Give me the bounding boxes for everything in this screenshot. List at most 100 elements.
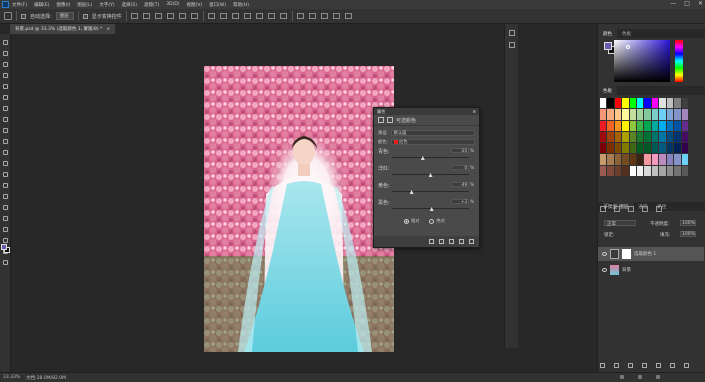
color-swatch[interactable] xyxy=(659,120,666,131)
color-swatch[interactable] xyxy=(659,143,666,154)
color-swatch[interactable] xyxy=(651,154,659,165)
status-icon[interactable] xyxy=(620,375,624,379)
distribute-top-icon[interactable] xyxy=(207,13,215,19)
color-swatch[interactable] xyxy=(674,109,681,120)
color-swatch[interactable] xyxy=(651,109,659,120)
shape-tool-icon[interactable] xyxy=(3,227,8,232)
color-swatch[interactable] xyxy=(666,143,674,154)
radio-relative[interactable] xyxy=(404,218,409,224)
blend-mode-dropdown[interactable]: 正常 xyxy=(604,220,636,227)
color-swatch[interactable] xyxy=(681,154,688,165)
color-swatch[interactable] xyxy=(629,165,637,176)
color-swatch[interactable] xyxy=(637,131,644,143)
color-swatch[interactable] xyxy=(600,143,607,154)
color-swatch[interactable] xyxy=(666,165,674,176)
color-swatch[interactable] xyxy=(666,98,674,109)
layer-style-icon[interactable] xyxy=(614,363,619,368)
radio-absolute[interactable] xyxy=(429,218,435,224)
new-layer-icon[interactable] xyxy=(670,363,675,368)
zoom-level[interactable]: 33.33% xyxy=(3,375,20,380)
toggle-visibility-icon[interactable] xyxy=(459,239,464,244)
minimize-button[interactable]: — xyxy=(670,0,676,7)
color-swatch[interactable] xyxy=(600,109,607,120)
color-swatch[interactable] xyxy=(651,165,659,176)
menu-select[interactable]: 选择(S) xyxy=(122,2,137,8)
color-swatch[interactable] xyxy=(644,131,651,143)
color-swatch[interactable] xyxy=(637,143,644,154)
panel-menu-icon[interactable]: ≡ xyxy=(472,109,476,114)
black-slider[interactable] xyxy=(392,207,469,211)
color-swatch[interactable] xyxy=(629,131,637,143)
3d-mode-icon[interactable] xyxy=(296,13,304,19)
blur-tool-icon[interactable] xyxy=(3,172,8,177)
more-tools-icon[interactable] xyxy=(3,260,8,265)
marquee-tool-icon[interactable] xyxy=(3,51,8,56)
yellow-value-input[interactable]: -49 xyxy=(451,182,469,187)
add-mask-icon[interactable] xyxy=(628,363,633,368)
actions-panel-icon[interactable] xyxy=(509,42,515,48)
color-swatch[interactable] xyxy=(622,109,629,120)
color-swatch[interactable] xyxy=(637,120,644,131)
align-bottom-icon[interactable] xyxy=(154,13,162,19)
color-swatch[interactable] xyxy=(681,109,688,120)
color-swatch[interactable] xyxy=(674,154,681,165)
menu-window[interactable]: 窗口(W) xyxy=(209,2,226,8)
color-swatch[interactable] xyxy=(666,154,674,165)
color-swatch[interactable] xyxy=(622,165,629,176)
color-swatch[interactable] xyxy=(607,154,614,165)
dodge-tool-icon[interactable] xyxy=(3,183,8,188)
clone-stamp-tool-icon[interactable] xyxy=(3,128,8,133)
visibility-eye-icon[interactable] xyxy=(602,268,607,272)
delete-adjustment-icon[interactable] xyxy=(469,239,474,244)
color-swatch[interactable] xyxy=(614,120,622,131)
color-swatch[interactable] xyxy=(629,154,637,165)
auto-align-icon[interactable] xyxy=(279,13,287,19)
menu-edit[interactable]: 编辑(E) xyxy=(34,2,49,8)
new-group-icon[interactable] xyxy=(656,363,661,368)
quick-select-tool-icon[interactable] xyxy=(3,73,8,78)
color-swatch[interactable] xyxy=(622,98,629,109)
menu-type[interactable]: 文字(Y) xyxy=(99,2,114,8)
menu-view[interactable]: 视图(V) xyxy=(187,2,203,8)
color-swatch[interactable] xyxy=(644,98,651,109)
color-swatch[interactable] xyxy=(614,109,622,120)
show-transform-checkbox[interactable] xyxy=(82,13,88,19)
cyan-value-input[interactable]: -20 xyxy=(451,148,469,153)
type-tool-icon[interactable] xyxy=(3,205,8,210)
distribute-hcenter-icon[interactable] xyxy=(255,13,263,19)
layer-mask-thumbnail[interactable] xyxy=(622,249,631,259)
color-swatch[interactable] xyxy=(600,131,607,143)
color-swatch[interactable] xyxy=(681,98,688,109)
color-swatch[interactable] xyxy=(607,131,614,143)
black-value-input[interactable]: +3 xyxy=(451,199,469,204)
color-swatch[interactable] xyxy=(674,131,681,143)
color-field[interactable] xyxy=(614,40,670,82)
reset-icon[interactable] xyxy=(449,239,454,244)
foreground-color-swatch[interactable] xyxy=(1,244,7,250)
color-swatch[interactable] xyxy=(607,165,614,176)
eraser-tool-icon[interactable] xyxy=(3,150,8,155)
visibility-eye-icon[interactable] xyxy=(602,252,607,256)
status-icon[interactable] xyxy=(656,375,660,379)
color-swatch[interactable] xyxy=(600,154,607,165)
align-left-icon[interactable] xyxy=(166,13,174,19)
color-swatch[interactable] xyxy=(637,109,644,120)
color-swatch[interactable] xyxy=(614,154,622,165)
color-swatch[interactable] xyxy=(614,98,622,109)
lasso-tool-icon[interactable] xyxy=(3,62,8,67)
method-absolute[interactable]: 绝对 xyxy=(429,218,445,224)
new-adjustment-icon[interactable] xyxy=(642,363,647,368)
color-swatch[interactable] xyxy=(659,131,666,143)
color-swatch[interactable] xyxy=(674,143,681,154)
properties-titlebar[interactable]: 属性 ≡ xyxy=(374,108,479,115)
distribute-left-icon[interactable] xyxy=(243,13,251,19)
close-tab-icon[interactable]: × xyxy=(106,27,110,32)
color-swatch[interactable] xyxy=(674,98,681,109)
color-swatch[interactable] xyxy=(600,165,607,176)
method-relative[interactable]: 相对 xyxy=(404,218,419,224)
menu-layer[interactable]: 图层(L) xyxy=(77,2,92,8)
color-swatch[interactable] xyxy=(644,165,651,176)
tab-swatches[interactable]: 色板 xyxy=(598,86,617,95)
preset-dropdown[interactable]: 默认值 xyxy=(390,129,475,136)
color-swatch[interactable] xyxy=(607,120,614,131)
